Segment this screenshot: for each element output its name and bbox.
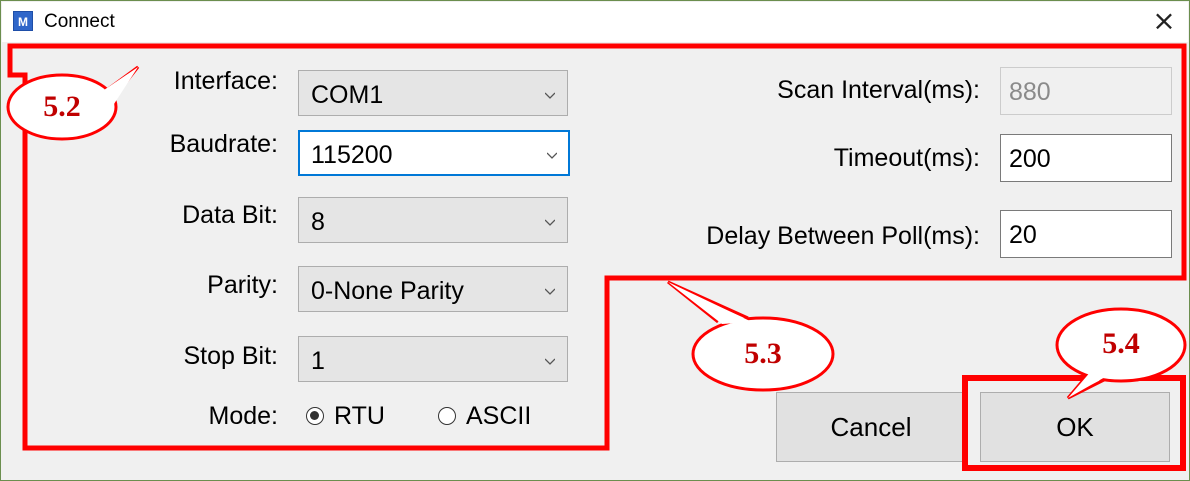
app-icon: M — [13, 11, 33, 31]
mode-option-rtu[interactable]: RTU — [306, 401, 406, 433]
data-bit-select[interactable]: 8 — [298, 197, 568, 243]
stop-bit-label: Stop Bit: — [183, 342, 279, 370]
stop-bit-select[interactable]: 1 — [298, 336, 568, 382]
mode-ascii-label: ASCII — [466, 402, 532, 430]
chevron-down-icon — [545, 92, 555, 99]
baudrate-select[interactable]: 115200 — [298, 130, 570, 176]
ok-button[interactable]: OK — [980, 392, 1170, 462]
mode-rtu-label: RTU — [334, 402, 385, 430]
chevron-down-icon — [545, 358, 555, 365]
title-bar: M Connect × — [2, 2, 1188, 42]
scan-interval-value: 880 — [1009, 78, 1051, 106]
window-title: Connect — [44, 11, 115, 32]
callout-5-3-label: 5.3 — [744, 337, 782, 370]
scan-interval-label: Scan Interval(ms): — [777, 76, 980, 104]
interface-value: COM1 — [311, 81, 384, 109]
radio-selected-icon — [306, 407, 324, 425]
delay-between-poll-label: Delay Between Poll(ms): — [706, 222, 980, 250]
timeout-label: Timeout(ms): — [833, 144, 980, 172]
callout-5-2-label: 5.2 — [43, 90, 81, 123]
data-bit-value: 8 — [311, 208, 325, 236]
timeout-value: 200 — [1009, 145, 1051, 173]
delay-between-poll-value: 20 — [1009, 221, 1037, 249]
baudrate-label: Baudrate: — [169, 130, 278, 158]
callout-5-4-label: 5.4 — [1102, 327, 1140, 360]
close-icon[interactable]: × — [1142, 4, 1186, 40]
chevron-down-icon — [547, 152, 557, 159]
interface-label: Interface: — [173, 67, 278, 95]
parity-value: 0-None Parity — [311, 277, 464, 305]
radio-unselected-icon — [438, 407, 456, 425]
parity-select[interactable]: 0-None Parity — [298, 266, 568, 312]
interface-select[interactable]: COM1 — [298, 70, 568, 116]
baudrate-value: 115200 — [311, 141, 393, 169]
mode-option-ascii[interactable]: ASCII — [438, 401, 568, 433]
timeout-input[interactable]: 200 — [1000, 134, 1172, 182]
delay-between-poll-input[interactable]: 20 — [1000, 210, 1172, 258]
data-bit-label: Data Bit: — [182, 201, 278, 229]
mode-label: Mode: — [208, 402, 278, 430]
scan-interval-input[interactable]: 880 — [1000, 67, 1172, 115]
parity-label: Parity: — [207, 271, 278, 299]
chevron-down-icon — [545, 219, 555, 226]
cancel-button[interactable]: Cancel — [776, 392, 966, 462]
chevron-down-icon — [545, 288, 555, 295]
stop-bit-value: 1 — [311, 347, 325, 375]
